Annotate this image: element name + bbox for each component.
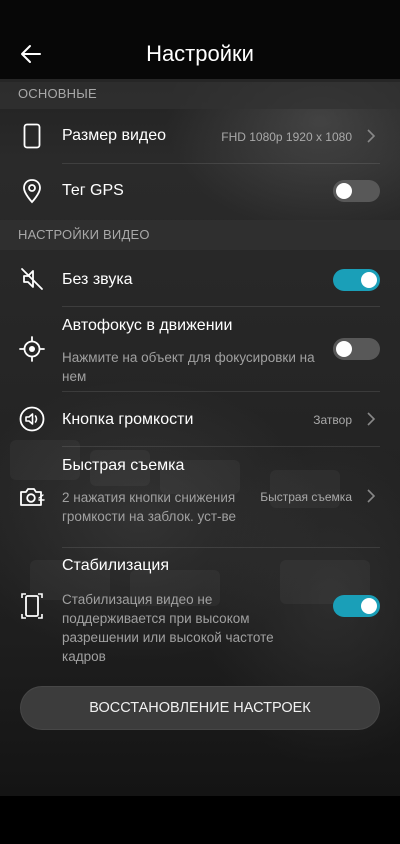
reset-settings-button[interactable]: ВОССТАНОВЛЕНИЕ НАСТРОЕК <box>20 686 380 730</box>
autofocus-toggle[interactable] <box>333 338 380 360</box>
page-title: Настройки <box>146 41 254 66</box>
stabilization-description: Стабилизация видео не поддерживается при… <box>62 592 274 664</box>
stabilization-toggle[interactable] <box>333 595 380 617</box>
gps-tag-label: Тег GPS <box>62 182 124 199</box>
quick-shot-label: Быстрая съемка <box>62 457 185 474</box>
setting-quick-shot[interactable]: Быстрая съемка 2 нажатия кнопки снижения… <box>0 447 400 547</box>
setting-stabilization[interactable]: Стабилизация Стабилизация видео не подде… <box>0 548 400 668</box>
phone-stabilization-icon <box>18 592 46 620</box>
quick-shot-value: Быстрая съемка <box>260 490 352 504</box>
camera-quick-icon <box>18 483 46 511</box>
mute-label: Без звука <box>62 271 133 288</box>
chevron-right-icon <box>367 129 376 143</box>
volume-key-value: Затвор <box>313 413 352 427</box>
mute-toggle[interactable] <box>333 269 380 291</box>
autofocus-description: Нажмите на объект для фокусировки на нем <box>62 350 315 384</box>
focus-target-icon <box>18 335 46 363</box>
setting-volume-key[interactable]: Кнопка громкости Затвор <box>0 392 400 446</box>
speaker-muted-icon <box>18 265 46 293</box>
setting-gps-tag[interactable]: Тег GPS <box>0 164 400 218</box>
chevron-right-icon <box>367 489 376 503</box>
video-size-value: FHD 1080p 1920 x 1080 <box>221 130 352 144</box>
bottom-strip <box>0 796 400 844</box>
quick-shot-description: 2 нажатия кнопки снижения громкости на з… <box>62 490 237 524</box>
section-header-basic: ОСНОВНЫЕ <box>0 79 400 109</box>
stabilization-label: Стабилизация <box>62 557 169 574</box>
speaker-circle-icon <box>18 405 46 433</box>
location-pin-icon <box>18 177 46 205</box>
chevron-right-icon <box>367 412 376 426</box>
setting-autofocus[interactable]: Автофокус в движении Нажмите на объект д… <box>0 307 400 391</box>
setting-video-size[interactable]: Размер видео FHD 1080p 1920 x 1080 <box>0 109 400 163</box>
section-header-video: НАСТРОЙКИ ВИДЕО <box>0 220 400 250</box>
video-size-label: Размер видео <box>62 127 167 144</box>
phone-outline-icon <box>18 122 46 150</box>
autofocus-label: Автофокус в движении <box>62 317 233 334</box>
gps-tag-toggle[interactable] <box>333 180 380 202</box>
setting-mute[interactable]: Без звука <box>0 252 400 306</box>
app-header: Настройки <box>0 0 400 82</box>
volume-key-label: Кнопка громкости <box>62 411 194 428</box>
